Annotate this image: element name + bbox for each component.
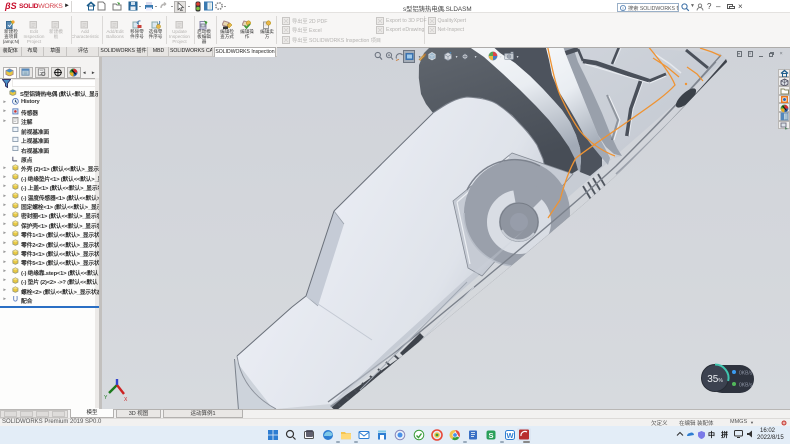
svg-text:0KB/s: 0KB/s (739, 383, 753, 389)
svg-text:W: W (506, 431, 514, 440)
svg-text:S: S (489, 431, 494, 440)
svg-text:0KB/s: 0KB/s (739, 371, 753, 377)
